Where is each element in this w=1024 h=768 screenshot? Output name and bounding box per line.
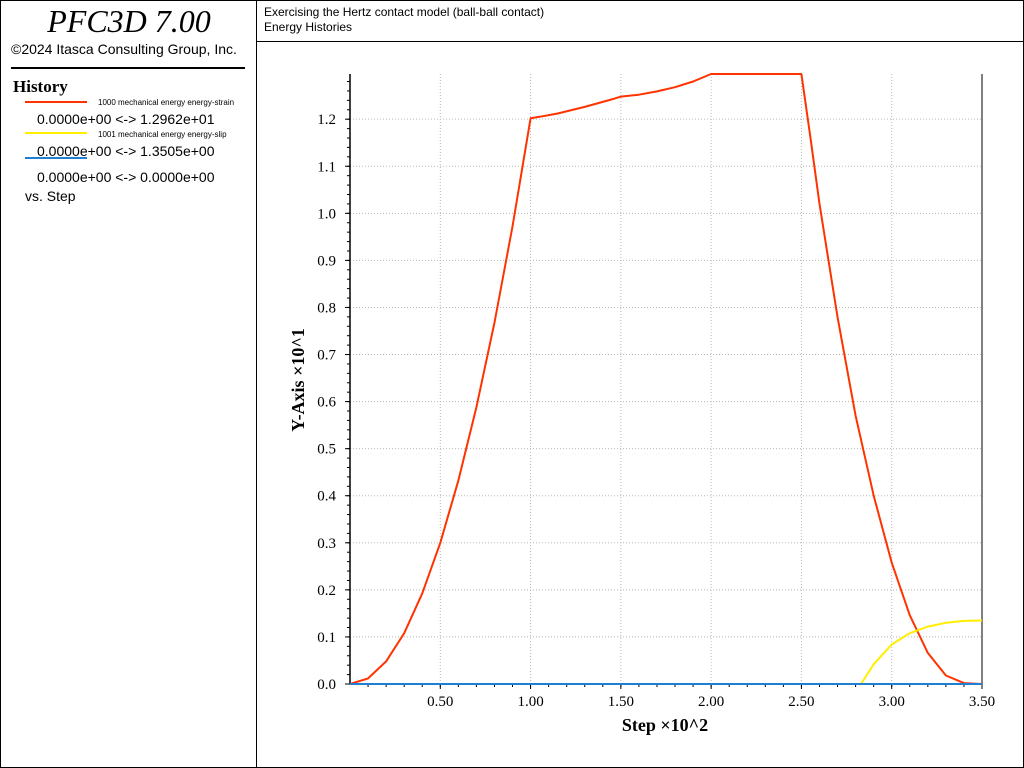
y-tick-label: 0.5: [317, 442, 336, 458]
y-tick-label: 0.8: [317, 300, 336, 316]
y-tick-label: 0.7: [317, 348, 336, 364]
y-axis-label: Y-Axis ×10^1: [288, 328, 308, 432]
y-tick-label: 1.0: [317, 206, 336, 222]
x-tick-label: 1.50: [608, 694, 634, 710]
x-tick-label: 0.50: [427, 694, 453, 710]
x-tick-label: 3.00: [879, 694, 905, 710]
series-lines: [349, 73, 983, 685]
y-tick-label: 0.6: [317, 395, 336, 411]
x-tick-label: 2.00: [698, 694, 724, 710]
tick-labels: 0.50 1.00 1.50 2.00 2.50 3.00 3.50 0.0 0.1 0.2 0.3…: [317, 112, 995, 710]
y-tick-label: 0.9: [317, 253, 336, 269]
y-tick-label: 0.0: [317, 677, 336, 693]
x-axis-label: Step ×10^2: [622, 715, 708, 735]
series-line-1: [860, 619, 983, 685]
x-tick-label: 1.00: [517, 694, 543, 710]
grid-lines: [350, 74, 983, 684]
y-tick-label: 0.1: [317, 630, 336, 646]
x-tick-label: 3.50: [969, 694, 995, 710]
x-tick-label: 2.50: [788, 694, 814, 710]
y-tick-label: 0.4: [317, 489, 336, 505]
y-tick-label: 1.2: [317, 112, 336, 128]
y-tick-label: 0.2: [317, 583, 336, 599]
y-tick-label: 1.1: [317, 159, 336, 175]
y-tick-label: 0.3: [317, 536, 336, 552]
chart-svg: 0.50 1.00 1.50 2.00 2.50 3.00 3.50 0.0 0.1 0.2 0.3…: [288, 73, 995, 735]
series-line-0: [349, 73, 983, 685]
